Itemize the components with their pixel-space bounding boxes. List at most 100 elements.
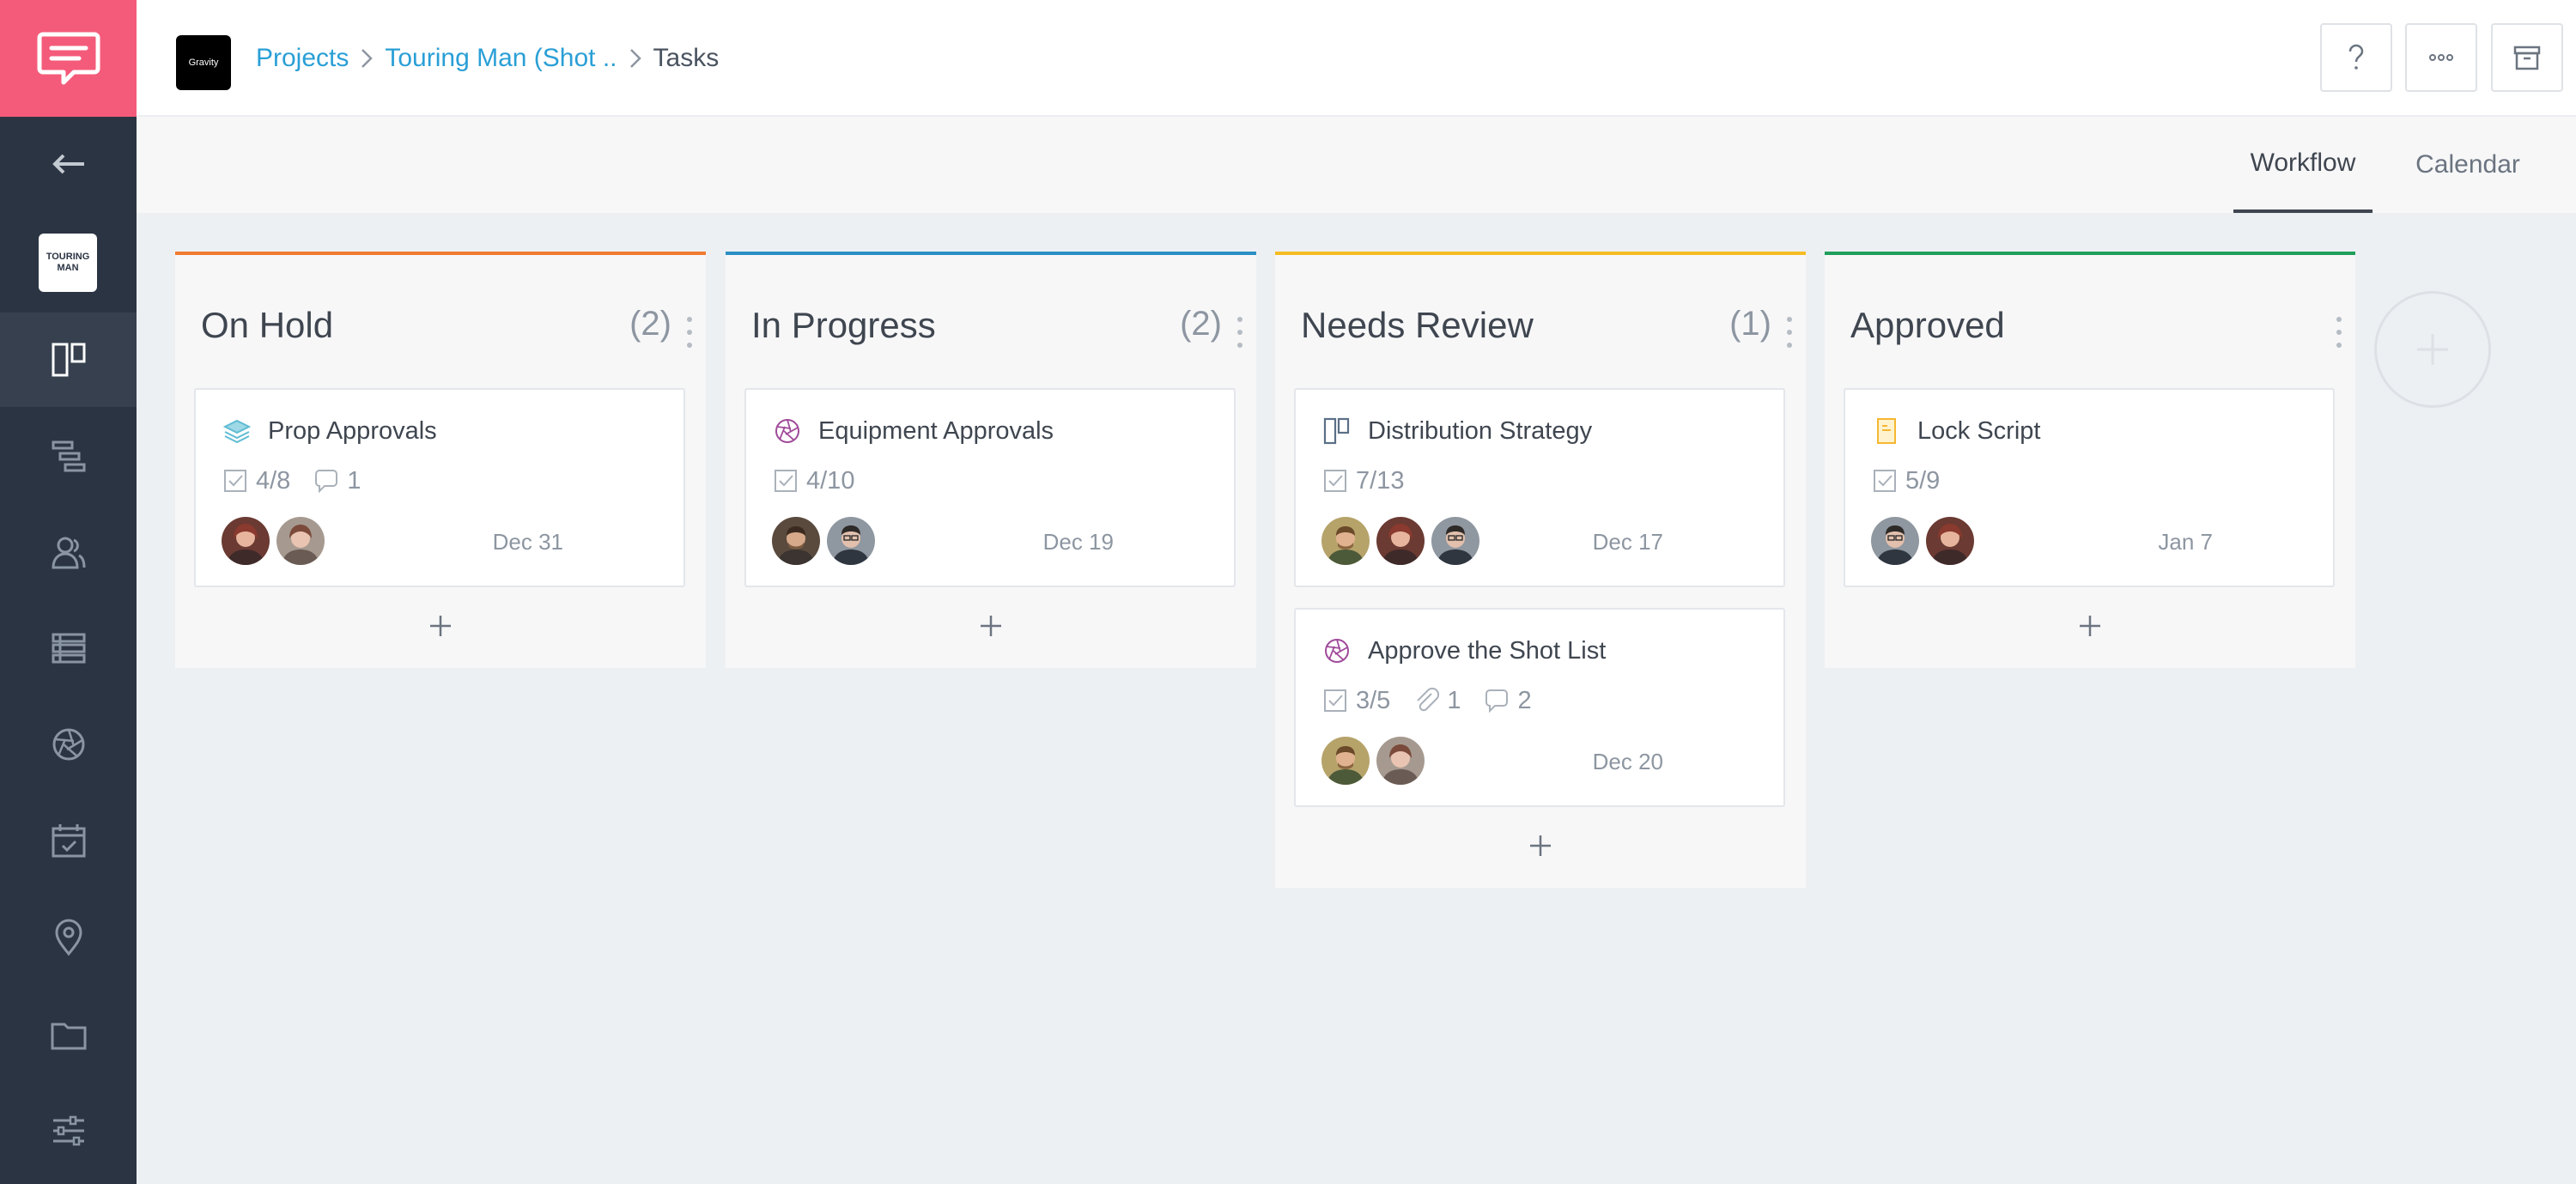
column-needs-review: Needs Review (1) Distribution Strategy 7… — [1275, 252, 1806, 888]
script-icon — [1877, 418, 1896, 444]
avatar[interactable] — [1376, 737, 1425, 785]
task-meta: 4/8 1 — [222, 465, 383, 496]
column-count: (1) — [1729, 305, 1771, 343]
tab-calendar[interactable]: Calendar — [2403, 117, 2532, 213]
project-thumbnail[interactable]: TOURING MAN — [39, 234, 97, 292]
due-date: Dec 19 — [1042, 529, 1114, 555]
sidebar-item-calendar[interactable] — [0, 793, 137, 888]
arrow-left-icon — [52, 154, 84, 174]
studiobinder-logo[interactable] — [0, 0, 137, 117]
task-card[interactable]: Approve the Shot List 3/5 1 2 Dec 20 — [1294, 608, 1785, 807]
checklist-count: 4/8 — [256, 466, 291, 495]
column-in-progress: In Progress (2) Equipment Approvals 4/10 — [726, 252, 1256, 668]
column-approved: Approved Lock Script 5/9 Jan 7 — [1825, 252, 2355, 668]
sidebar-item-locations[interactable] — [0, 890, 137, 984]
sidebar-item-timeline[interactable] — [0, 409, 137, 503]
more-options-button[interactable] — [2405, 23, 2477, 92]
task-title: Lock Script — [1917, 417, 2041, 445]
checklist-icon — [224, 470, 246, 492]
sidebar-item-settings[interactable] — [0, 1084, 137, 1178]
column-on-hold: On Hold (2) Prop Approvals 4/8 1 Dec 31 — [175, 252, 706, 668]
more-dots-icon — [2429, 54, 2453, 61]
chevron-right-icon — [617, 46, 653, 70]
vertical-dots-menu-icon[interactable] — [1236, 315, 1244, 349]
avatar[interactable] — [1321, 517, 1370, 565]
task-meta: 5/9 — [1871, 465, 1962, 496]
assignees — [1321, 737, 1431, 785]
sidebar-item-files[interactable] — [0, 987, 137, 1082]
add-task-button[interactable] — [175, 600, 706, 652]
vertical-dots-menu-icon[interactable] — [2335, 315, 2343, 349]
task-card[interactable]: Equipment Approvals 4/10 Dec 19 — [744, 388, 1236, 587]
checklist-count: 7/13 — [1356, 466, 1405, 495]
avatar[interactable] — [276, 517, 325, 565]
question-icon — [2348, 44, 2364, 70]
avatar[interactable] — [772, 517, 820, 565]
task-title: Equipment Approvals — [818, 417, 1054, 445]
add-task-button[interactable] — [726, 600, 1256, 652]
avatar[interactable] — [1321, 737, 1370, 785]
timeline-icon — [52, 440, 85, 472]
comment-count: 1 — [347, 466, 361, 495]
chevron-right-icon — [349, 46, 385, 70]
plus-icon — [981, 616, 1001, 636]
avatar[interactable] — [1926, 517, 1974, 565]
back-button[interactable] — [0, 117, 137, 211]
checklist-count: 4/10 — [806, 466, 855, 495]
sidebar-item-shots[interactable] — [0, 697, 137, 792]
aperture-icon — [52, 728, 84, 761]
column-count: (2) — [629, 305, 671, 343]
aperture-icon — [1325, 639, 1349, 663]
sidebar-item-board[interactable] — [0, 313, 137, 407]
task-card[interactable]: Prop Approvals 4/8 1 Dec 31 — [194, 388, 685, 587]
avatar[interactable] — [827, 517, 875, 565]
assignees — [222, 517, 331, 565]
board-icon — [52, 343, 85, 377]
assignees — [1871, 517, 1981, 565]
comment-count: 2 — [1517, 686, 1532, 714]
location-pin-icon — [54, 919, 82, 956]
project-thumb-line1: TOURING — [46, 252, 90, 262]
vertical-dots-menu-icon[interactable] — [685, 315, 694, 349]
checklist-count: 3/5 — [1356, 686, 1391, 714]
sidebar-item-stripboard[interactable] — [0, 601, 137, 695]
tab-workflow[interactable]: Workflow — [2233, 117, 2372, 213]
add-task-button[interactable] — [1825, 600, 2355, 652]
paperclip-icon — [1417, 687, 1440, 712]
avatar[interactable] — [1376, 517, 1425, 565]
avatar[interactable] — [1431, 517, 1479, 565]
task-meta: 7/13 — [1321, 465, 1426, 496]
task-card[interactable]: Distribution Strategy 7/13 Dec 17 — [1294, 388, 1785, 587]
avatar[interactable] — [222, 517, 270, 565]
add-task-button[interactable] — [1275, 820, 1806, 871]
calendar-icon — [52, 824, 85, 858]
board-icon — [1323, 417, 1350, 445]
column-title: Needs Review — [1301, 305, 1534, 345]
attachment-count: 1 — [1447, 686, 1461, 714]
org-logo-text: Gravity — [188, 58, 219, 68]
column-title: In Progress — [751, 305, 936, 345]
task-title: Distribution Strategy — [1368, 417, 1593, 445]
task-meta: 4/10 — [772, 465, 877, 496]
comment-icon — [315, 470, 338, 494]
vertical-dots-menu-icon[interactable] — [1785, 315, 1794, 349]
column-title: Approved — [1850, 305, 2005, 345]
plus-icon — [2417, 334, 2448, 365]
task-meta: 3/5 1 2 — [1321, 685, 1554, 716]
breadcrumb-current: Tasks — [653, 44, 720, 72]
breadcrumb-project-link[interactable]: Touring Man (Shot .. — [385, 44, 617, 73]
archive-button[interactable] — [2491, 23, 2563, 92]
add-column-button[interactable] — [2374, 291, 2491, 408]
avatar[interactable] — [1871, 517, 1919, 565]
view-tabs-bar: Workflow Calendar — [137, 117, 2576, 213]
task-title: Prop Approvals — [268, 417, 437, 445]
due-date: Jan 7 — [2158, 529, 2213, 555]
org-logo[interactable]: Gravity — [176, 35, 231, 90]
help-button[interactable] — [2320, 23, 2392, 92]
plus-icon — [2080, 616, 2100, 636]
list-icon — [52, 633, 85, 664]
task-card[interactable]: Lock Script 5/9 Jan 7 — [1844, 388, 2335, 587]
sidebar-item-contacts[interactable] — [0, 505, 137, 599]
breadcrumb-projects-link[interactable]: Projects — [256, 44, 349, 73]
layers-icon — [222, 419, 252, 444]
